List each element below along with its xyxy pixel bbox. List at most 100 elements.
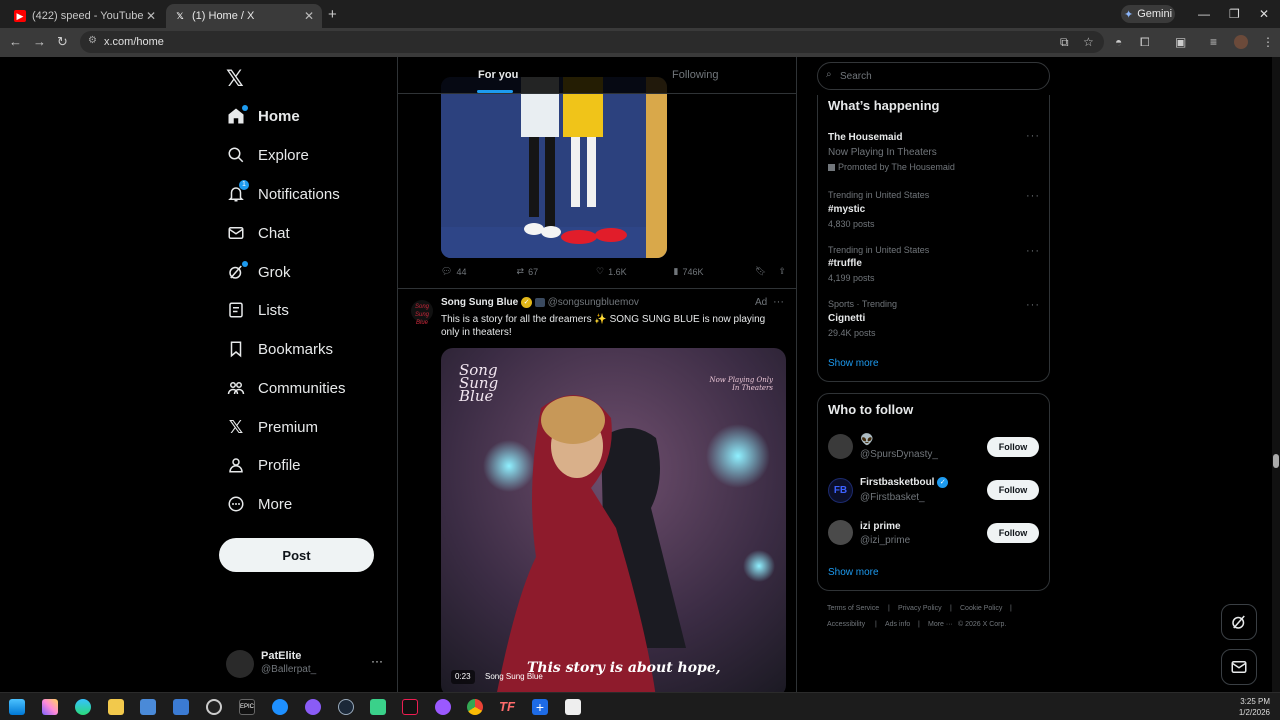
footer-link[interactable]: Privacy Policy xyxy=(898,605,942,612)
more-dots-icon[interactable]: ··· xyxy=(773,296,784,308)
copyright: © 2026 X Corp. xyxy=(958,621,1007,628)
address-bar[interactable]: ⚙ x.com/home xyxy=(80,31,1104,53)
sidebar-item-explore[interactable]: Explore xyxy=(226,140,309,170)
suggestion-name-row[interactable]: Firstbasketboul ✓ xyxy=(860,477,949,488)
follow-button[interactable]: Follow xyxy=(987,523,1039,543)
close-tab-icon[interactable]: ✕ xyxy=(146,9,156,23)
edge-icon[interactable] xyxy=(75,699,91,715)
app-icon[interactable] xyxy=(305,699,321,715)
media-icon[interactable]: ≡ xyxy=(1210,35,1217,49)
app-icon[interactable] xyxy=(272,699,288,715)
x-logo-icon[interactable]: 𝕏 xyxy=(226,66,244,92)
sidebar-item-label: Notifications xyxy=(258,185,340,203)
chrome-icon[interactable] xyxy=(467,699,483,715)
epic-games-icon[interactable]: EPIC xyxy=(239,699,255,715)
gemini-button[interactable]: ✦ Gemini xyxy=(1121,5,1175,23)
more-dots-icon[interactable]: ··· xyxy=(1026,190,1040,202)
scrollbar-thumb[interactable] xyxy=(1273,454,1279,468)
repost-button[interactable]: ⇄ 67 xyxy=(517,266,597,277)
store-icon[interactable] xyxy=(140,699,156,715)
views-button[interactable]: ▮ 746K xyxy=(674,266,755,277)
show-more-follow-link[interactable]: Show more xyxy=(828,567,879,578)
app-icon[interactable] xyxy=(206,699,222,715)
sidebar-item-communities[interactable]: Communities xyxy=(226,373,346,403)
tab-x-home[interactable]: 𝕏 (1) Home / X ✕ xyxy=(166,4,322,28)
share-icon[interactable]: ⇪ xyxy=(778,266,786,277)
tab-title: (422) speed - YouTube xyxy=(32,10,144,22)
suggestion-name[interactable]: izi prime xyxy=(860,521,901,532)
tiktok-icon[interactable] xyxy=(402,699,418,715)
sidebar-item-premium[interactable]: 𝕏 Premium xyxy=(226,412,318,442)
author-name[interactable]: Song Sung Blue xyxy=(441,297,518,308)
app-icon[interactable]: TF xyxy=(499,699,515,715)
app-icon[interactable] xyxy=(435,699,451,715)
extensions-icon[interactable]: ⧠ xyxy=(1140,35,1150,50)
footer-link[interactable]: Terms of Service xyxy=(827,605,879,612)
avatar[interactable] xyxy=(828,434,853,459)
new-tab-button[interactable]: + xyxy=(328,6,337,23)
app-icon[interactable] xyxy=(565,699,581,715)
more-dots-icon[interactable]: ··· xyxy=(1026,299,1040,311)
back-button[interactable]: ← xyxy=(9,34,22,49)
scrollbar[interactable] xyxy=(1272,57,1280,692)
steam-icon[interactable] xyxy=(338,699,354,715)
trend-name[interactable]: Cignetti xyxy=(828,313,865,324)
sidebar-item-profile[interactable]: Profile xyxy=(226,450,301,480)
post-image[interactable] xyxy=(441,77,667,258)
sidebar-item-lists[interactable]: Lists xyxy=(226,295,289,325)
close-tab-icon[interactable]: ✕ xyxy=(304,9,314,23)
sidebar-item-notifications[interactable]: 1 Notifications xyxy=(226,179,340,209)
tab-following[interactable]: Following xyxy=(598,57,796,94)
sidebar-item-chat[interactable]: Chat xyxy=(226,218,290,248)
suggestion-name[interactable]: 👽 xyxy=(860,433,874,446)
site-info-icon[interactable]: ⚙ xyxy=(88,35,97,46)
more-dots-icon[interactable]: ··· xyxy=(1026,130,1040,142)
bookmark-star-icon[interactable]: ☆ xyxy=(1083,35,1094,49)
reply-button[interactable]: 💬︎ 44 xyxy=(441,266,517,277)
system-clock[interactable]: 3:25 PM 1/2/2026 xyxy=(1239,696,1270,718)
profile-avatar[interactable] xyxy=(1234,35,1248,49)
post-button[interactable]: Post xyxy=(219,538,374,572)
avatar[interactable] xyxy=(828,520,853,545)
sidepanel-icon[interactable]: ▣ xyxy=(1175,35,1186,49)
tab-youtube[interactable]: ▶ (422) speed - YouTube ✕ xyxy=(6,4,164,28)
footer-link[interactable]: Cookie Policy xyxy=(960,605,1002,612)
mail-app-icon[interactable] xyxy=(173,699,189,715)
account-switcher[interactable]: PatElite @Ballerpat_ ··· xyxy=(226,648,386,680)
trend-name[interactable]: #truffle xyxy=(828,258,862,269)
forward-button[interactable]: → xyxy=(33,34,46,49)
bookmark-icon[interactable]: 🔖︎ xyxy=(755,266,766,277)
sidebar-item-more[interactable]: More xyxy=(226,489,292,519)
footer-link[interactable]: More ··· xyxy=(928,621,953,628)
messages-fab-button[interactable] xyxy=(1221,649,1257,685)
grok-fab-button[interactable] xyxy=(1221,604,1257,640)
sidebar-item-bookmarks[interactable]: Bookmarks xyxy=(226,334,333,364)
tab-for-you[interactable]: For you xyxy=(398,57,592,94)
search-input[interactable]: ⌕ Search xyxy=(817,62,1050,90)
start-icon[interactable] xyxy=(9,699,25,715)
app-icon[interactable]: + xyxy=(532,699,548,715)
sidebar-item-grok[interactable]: Grok xyxy=(226,257,291,287)
like-button[interactable]: ♡ 1.6K xyxy=(596,266,674,277)
avatar[interactable]: Song Sung Blue xyxy=(411,300,433,326)
reload-button[interactable]: ↻ xyxy=(57,34,68,50)
follow-button[interactable]: Follow xyxy=(987,480,1039,500)
show-more-trends-link[interactable]: Show more xyxy=(828,358,879,369)
maximize-button[interactable]: ❐ xyxy=(1229,7,1240,21)
more-dots-icon[interactable]: ··· xyxy=(1026,245,1040,257)
sidebar-item-home[interactable]: Home xyxy=(226,101,300,131)
app-icon[interactable] xyxy=(370,699,386,715)
trend-name[interactable]: #mystic xyxy=(828,204,865,215)
minimize-button[interactable]: — xyxy=(1198,7,1210,21)
close-window-button[interactable]: ✕ xyxy=(1259,7,1269,21)
install-app-icon[interactable]: ⧉ xyxy=(1060,35,1069,50)
footer-link[interactable]: Ads info xyxy=(885,621,910,628)
menu-icon[interactable]: ⋮ xyxy=(1262,35,1274,49)
file-explorer-icon[interactable] xyxy=(108,699,124,715)
follow-button[interactable]: Follow xyxy=(987,437,1039,457)
footer-link[interactable]: Accessibility xyxy=(827,621,865,628)
copilot-icon[interactable] xyxy=(42,699,58,715)
incognito-icon[interactable]: ◓ xyxy=(1115,35,1122,49)
avatar[interactable]: FB xyxy=(828,478,853,503)
video-player[interactable]: Song Sung Blue Now Playing Only In Theat… xyxy=(441,348,786,697)
